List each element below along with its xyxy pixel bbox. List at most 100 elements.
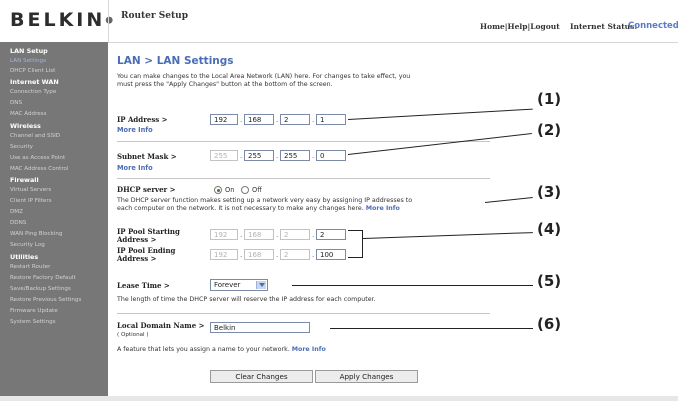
lease-time-value: Forever	[214, 281, 241, 289]
subnet-mask-label: Subnet Mask >	[117, 152, 177, 161]
header-title: Router Setup	[121, 11, 189, 21]
lease-description: The length of time the DHCP server will …	[117, 296, 376, 303]
subnet-octet-2-input[interactable]: 255	[244, 150, 274, 161]
clear-changes-button[interactable]: Clear Changes	[210, 370, 313, 383]
domain-description: A feature that lets you assign a name to…	[117, 346, 326, 353]
ip-octet-4-input[interactable]: 1	[316, 114, 346, 125]
bottom-frame	[0, 396, 678, 401]
help-link[interactable]: Help	[508, 22, 528, 31]
sidebar-item-channel-ssid[interactable]: Channel and SSID	[10, 133, 60, 139]
pool-start-octet-1-input[interactable]: 192	[210, 229, 238, 240]
header-divider	[108, 0, 109, 42]
sidebar-item-lan-settings[interactable]: LAN Settings	[10, 58, 46, 64]
sidebar-item-connection-type[interactable]: Connection Type	[10, 89, 56, 95]
sidebar: LAN Setup LAN Settings DHCP Client List …	[0, 42, 108, 396]
header-rule	[108, 42, 678, 43]
callout-6-leader	[330, 328, 533, 329]
pool-end-label-line-2: Address >	[117, 254, 157, 263]
logout-link[interactable]: Logout	[530, 22, 559, 31]
callout-5-leader	[292, 285, 533, 286]
dhcp-server-label: DHCP server >	[117, 185, 176, 194]
sidebar-item-restore-factory-default[interactable]: Restore Factory Default	[10, 275, 76, 281]
home-link[interactable]: Home	[480, 22, 505, 31]
internet-status-value: Connected	[628, 21, 678, 31]
section-divider	[117, 141, 490, 142]
subnet-octet-3-input[interactable]: 255	[280, 150, 310, 161]
belkin-logo: BELKIN●	[10, 9, 114, 31]
dhcp-description-line-2: each computer on the network. It is not …	[117, 205, 400, 212]
pool-end-octet-4-input[interactable]: 100	[316, 249, 346, 260]
subnet-octet-1-input[interactable]: 255	[210, 150, 238, 161]
page-title: LAN > LAN Settings	[117, 55, 234, 67]
sidebar-item-wan-ping-blocking[interactable]: WAN Ping Blocking	[10, 231, 62, 237]
intro-line-2: must press the "Apply Changes" button at…	[117, 81, 333, 88]
domain-name-label: Local Domain Name >	[117, 321, 205, 330]
dhcp-more-info-link[interactable]: More Info	[366, 205, 400, 212]
sidebar-item-security[interactable]: Security	[10, 144, 33, 150]
apply-changes-button[interactable]: Apply Changes	[315, 370, 418, 383]
subnet-octet-4-input[interactable]: 0	[316, 150, 346, 161]
lease-time-label: Lease Time >	[117, 281, 170, 290]
sidebar-item-system-settings[interactable]: System Settings	[10, 319, 56, 325]
dhcp-off-label: Off	[252, 186, 262, 194]
ip-octet-2-input[interactable]: 168	[244, 114, 274, 125]
callout-2-leader	[347, 133, 532, 155]
pool-end-octet-1-input[interactable]: 192	[210, 249, 238, 260]
dhcp-off-radio[interactable]	[241, 186, 249, 194]
sidebar-heading-utilities: Utilities	[10, 253, 39, 261]
sidebar-item-restore-previous-settings[interactable]: Restore Previous Settings	[10, 297, 81, 303]
pool-start-octet-2-input[interactable]: 168	[244, 229, 274, 240]
sidebar-item-mac-address[interactable]: MAC Address	[10, 111, 47, 117]
callout-5: (5)	[537, 272, 562, 290]
logo-mark-icon: ●	[105, 15, 114, 26]
sidebar-item-restart-router[interactable]: Restart Router	[10, 264, 50, 270]
section-divider	[117, 178, 490, 179]
header: BELKIN● Router Setup Home|Help|Logout In…	[0, 0, 678, 42]
callout-1: (1)	[537, 90, 562, 108]
domain-optional-note: ( Optional )	[117, 332, 149, 338]
domain-name-input[interactable]: Belkin	[210, 322, 310, 333]
ip-octet-3-input[interactable]: 2	[280, 114, 310, 125]
intro-line-1: You can make changes to the Local Area N…	[117, 73, 411, 80]
callout-1-leader	[347, 108, 533, 120]
dhcp-on-radio[interactable]	[214, 186, 222, 194]
sidebar-item-firmware-update[interactable]: Firmware Update	[10, 308, 58, 314]
sidebar-item-access-point[interactable]: Use as Access Point	[10, 155, 65, 161]
callout-3: (3)	[537, 183, 562, 201]
pool-end-octet-3-input[interactable]: 2	[280, 249, 310, 260]
sidebar-heading-internet-wan: Internet WAN	[10, 78, 59, 86]
callout-2: (2)	[537, 121, 562, 139]
callout-6: (6)	[537, 315, 562, 333]
dhcp-on-label: On	[225, 186, 235, 194]
section-divider	[117, 313, 490, 314]
pool-start-octet-3-input[interactable]: 2	[280, 229, 310, 240]
sidebar-heading-firewall: Firewall	[10, 176, 39, 184]
callout-4-bracket	[348, 230, 363, 258]
sidebar-item-client-ip-filters[interactable]: Client IP Filters	[10, 198, 52, 204]
sidebar-item-virtual-servers[interactable]: Virtual Servers	[10, 187, 51, 193]
header-links: Home|Help|Logout	[480, 22, 560, 31]
callout-3-leader	[484, 196, 533, 203]
sidebar-heading-wireless: Wireless	[10, 122, 41, 130]
sidebar-item-ddns[interactable]: DDNS	[10, 220, 26, 226]
callout-4-leader	[362, 232, 533, 239]
sidebar-item-dmz[interactable]: DMZ	[10, 209, 23, 215]
chevron-down-icon	[256, 281, 266, 289]
sidebar-item-mac-address-control[interactable]: MAC Address Control	[10, 166, 69, 172]
sidebar-item-security-log[interactable]: Security Log	[10, 242, 45, 248]
ip-octet-1-input[interactable]: 192	[210, 114, 238, 125]
pool-start-label-line-2: Address >	[117, 235, 157, 244]
sidebar-item-save-backup-settings[interactable]: Save/Backup Settings	[10, 286, 71, 292]
domain-more-info-link[interactable]: More Info	[292, 346, 326, 353]
pool-end-octet-2-input[interactable]: 168	[244, 249, 274, 260]
subnet-mask-more-info-link[interactable]: More Info	[117, 164, 153, 172]
ip-address-label: IP Address >	[117, 115, 168, 124]
lease-time-select[interactable]: Forever	[210, 279, 268, 291]
ip-address-more-info-link[interactable]: More Info	[117, 126, 153, 134]
dhcp-description-line-1: The DHCP server function makes setting u…	[117, 197, 413, 204]
sidebar-item-dhcp-client-list[interactable]: DHCP Client List	[10, 68, 55, 74]
callout-4: (4)	[537, 220, 562, 238]
sidebar-item-dns[interactable]: DNS	[10, 100, 22, 106]
sidebar-heading-lan-setup: LAN Setup	[10, 47, 48, 55]
pool-start-octet-4-input[interactable]: 2	[316, 229, 346, 240]
